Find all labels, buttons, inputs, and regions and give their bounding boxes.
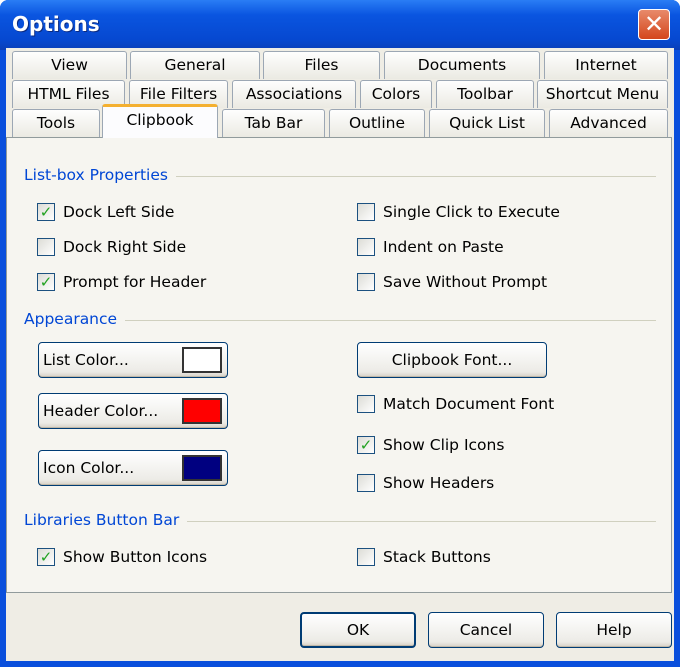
checkbox-label: Show Clip Icons: [383, 436, 505, 454]
tab-associations[interactable]: Associations: [232, 80, 356, 108]
checkbox-label: Indent on Paste: [383, 238, 504, 256]
checkbox-box: ✓: [37, 548, 55, 566]
button-label: List Color...: [43, 351, 129, 369]
checkbox-match-document-font[interactable]: Match Document Font: [357, 395, 554, 413]
checkbox-label: Show Button Icons: [63, 548, 208, 566]
tab-outline[interactable]: Outline: [329, 109, 425, 137]
button-label: Icon Color...: [43, 459, 135, 477]
checkbox-box: [357, 238, 375, 256]
checkbox-label: Dock Left Side: [63, 203, 175, 221]
title-bar[interactable]: Options ✕: [0, 0, 680, 50]
checkbox-label: Match Document Font: [383, 395, 555, 413]
help-button[interactable]: Help: [556, 612, 672, 648]
checkbox-save-without-prompt[interactable]: Save Without Prompt: [357, 273, 547, 291]
checkbox-single-click[interactable]: Single Click to Execute: [357, 203, 560, 221]
cancel-button[interactable]: Cancel: [428, 612, 544, 648]
checkbox-box: [357, 273, 375, 291]
window-title: Options: [12, 12, 100, 36]
checkbox-stack-buttons[interactable]: Stack Buttons: [357, 548, 491, 566]
checkbox-show-headers[interactable]: Show Headers: [357, 474, 494, 492]
tab-documents[interactable]: Documents: [384, 51, 540, 79]
tab-quick-list[interactable]: Quick List: [429, 109, 545, 137]
tab-tools[interactable]: Tools: [12, 109, 100, 137]
tab-view[interactable]: View: [12, 51, 127, 79]
tab-internet[interactable]: Internet: [544, 51, 668, 79]
tab-shortcut-menu[interactable]: Shortcut Menu: [537, 80, 668, 108]
checkbox-label: Show Headers: [383, 474, 495, 492]
tab-advanced[interactable]: Advanced: [549, 109, 668, 137]
checkbox-box: [357, 395, 375, 413]
checkbox-show-button-icons[interactable]: ✓ Show Button Icons: [37, 548, 207, 566]
ok-button[interactable]: OK: [300, 612, 416, 648]
checkbox-dock-right-side[interactable]: Dock Right Side: [37, 238, 186, 256]
section-appearance: Appearance: [24, 310, 126, 328]
tab-general[interactable]: General: [130, 51, 260, 79]
options-dialog: Options ✕ View General Files Documents I…: [0, 0, 680, 667]
section-libraries-button-bar: Libraries Button Bar: [24, 511, 188, 529]
checkbox-box: [357, 474, 375, 492]
section-listbox-properties: List-box Properties: [24, 166, 176, 184]
checkbox-box: ✓: [37, 273, 55, 291]
tab-files[interactable]: Files: [263, 51, 380, 79]
checkbox-show-clip-icons[interactable]: ✓ Show Clip Icons: [357, 436, 504, 454]
checkbox-label: Save Without Prompt: [383, 273, 548, 291]
header-color-button[interactable]: Header Color...: [38, 393, 228, 429]
checkbox-box: [37, 238, 55, 256]
clipbook-font-button[interactable]: Clipbook Font...: [357, 342, 547, 378]
checkbox-prompt-for-header[interactable]: ✓ Prompt for Header: [37, 273, 206, 291]
button-label: Header Color...: [43, 402, 159, 420]
tab-clipbook[interactable]: Clipbook: [102, 104, 218, 138]
color-swatch: [182, 398, 222, 424]
checkbox-box: ✓: [357, 436, 375, 454]
tab-tab-bar[interactable]: Tab Bar: [222, 109, 325, 137]
color-swatch: [182, 455, 222, 481]
close-button[interactable]: ✕: [638, 9, 670, 40]
tab-toolbar[interactable]: Toolbar: [436, 80, 534, 108]
checkbox-dock-left-side[interactable]: ✓ Dock Left Side: [37, 203, 174, 221]
color-swatch: [182, 347, 222, 373]
checkbox-label: Dock Right Side: [63, 238, 187, 256]
tab-colors[interactable]: Colors: [360, 80, 432, 108]
icon-color-button[interactable]: Icon Color...: [38, 450, 228, 486]
checkbox-box: ✓: [37, 203, 55, 221]
checkbox-label: Stack Buttons: [383, 548, 491, 566]
list-color-button[interactable]: List Color...: [38, 342, 228, 378]
checkbox-indent-on-paste[interactable]: Indent on Paste: [357, 238, 504, 256]
checkbox-box: [357, 548, 375, 566]
checkbox-box: [357, 203, 375, 221]
checkbox-label: Prompt for Header: [63, 273, 207, 291]
checkbox-label: Single Click to Execute: [383, 203, 560, 221]
